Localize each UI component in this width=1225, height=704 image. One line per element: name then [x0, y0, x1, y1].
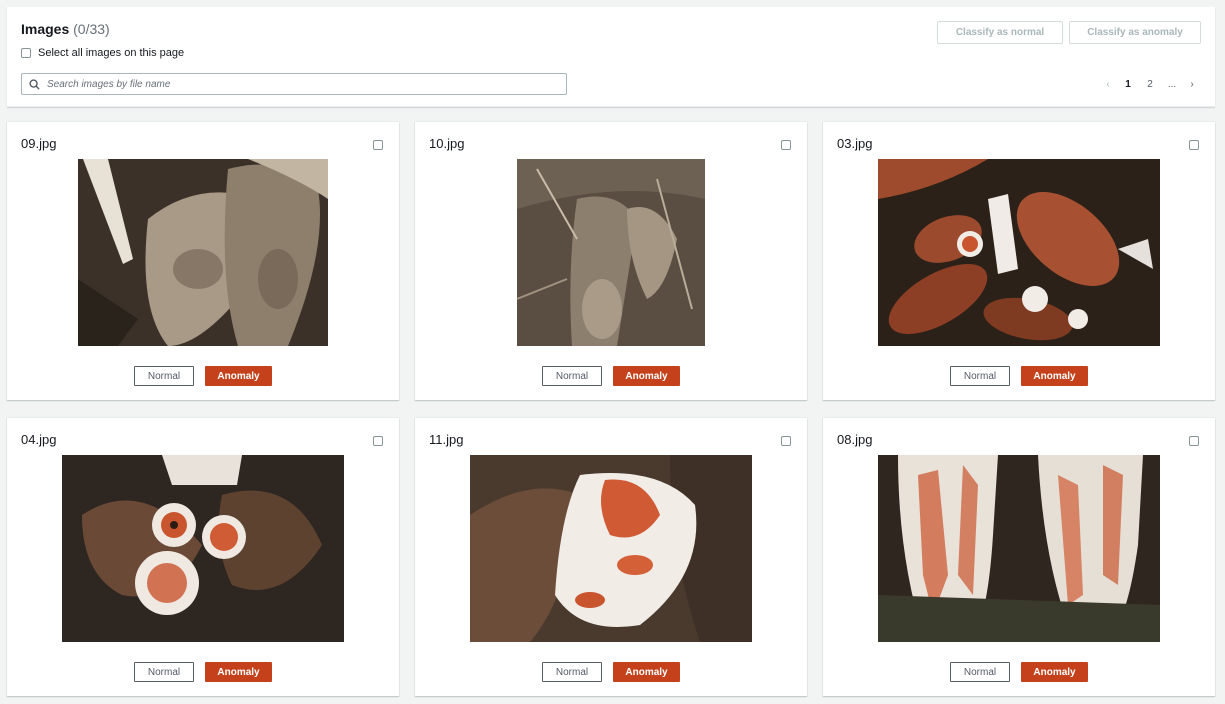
pagination-ellipsis: ...	[1167, 78, 1177, 90]
anomaly-button[interactable]: Anomaly	[205, 662, 272, 682]
page-title: Images (0/33)	[21, 21, 110, 37]
image-filename: 11.jpg	[429, 432, 464, 447]
search-box[interactable]	[21, 73, 567, 95]
select-all-label: Select all images on this page	[38, 47, 185, 59]
page-1-button[interactable]: 1	[1117, 79, 1139, 90]
image-select-checkbox[interactable]	[1189, 140, 1199, 150]
normal-button[interactable]: Normal	[950, 366, 1010, 386]
search-input[interactable]	[47, 78, 547, 90]
image-thumbnail[interactable]	[470, 455, 752, 642]
anomaly-button[interactable]: Anomaly	[613, 366, 680, 386]
search-icon	[29, 78, 40, 90]
images-header-panel: Images (0/33) Select all images on this …	[7, 7, 1215, 107]
image-filename: 10.jpg	[429, 136, 465, 151]
classify-as-normal-button[interactable]: Classify as normal	[937, 21, 1063, 44]
normal-button[interactable]: Normal	[950, 662, 1010, 682]
normal-button[interactable]: Normal	[542, 366, 602, 386]
anomaly-button[interactable]: Anomaly	[613, 662, 680, 682]
image-thumbnail[interactable]	[878, 159, 1160, 346]
next-page-button[interactable]: ›	[1183, 79, 1201, 90]
image-select-checkbox[interactable]	[373, 436, 383, 446]
image-filename: 08.jpg	[837, 432, 873, 447]
image-filename: 09.jpg	[21, 136, 57, 151]
image-filename: 03.jpg	[837, 136, 873, 151]
classify-as-anomaly-button[interactable]: Classify as anomaly	[1069, 21, 1201, 44]
image-card[interactable]: 04.jpg Normal Anomaly	[7, 418, 399, 696]
previous-page-button[interactable]: ‹	[1099, 79, 1117, 90]
anomaly-button[interactable]: Anomaly	[205, 366, 272, 386]
image-card[interactable]: 09.jpg Normal Anomaly	[7, 122, 399, 400]
image-thumbnail[interactable]	[78, 159, 328, 346]
normal-button[interactable]: Normal	[542, 662, 602, 682]
select-all-row[interactable]: Select all images on this page	[21, 47, 184, 59]
image-select-checkbox[interactable]	[781, 140, 791, 150]
image-thumbnail[interactable]	[878, 455, 1160, 642]
image-filename: 04.jpg	[21, 432, 57, 447]
image-card[interactable]: 11.jpg Normal Anomaly	[415, 418, 807, 696]
image-thumbnail[interactable]	[62, 455, 344, 642]
image-card[interactable]: 08.jpg Normal Anomaly	[823, 418, 1215, 696]
page-title-text: Images	[21, 21, 70, 37]
image-select-checkbox[interactable]	[373, 140, 383, 150]
anomaly-button[interactable]: Anomaly	[1021, 662, 1088, 682]
image-card[interactable]: 03.jpg Normal Anomaly	[823, 122, 1215, 400]
image-thumbnail[interactable]	[517, 159, 705, 346]
page-2-button[interactable]: 2	[1139, 79, 1161, 90]
selected-count: (0/33)	[73, 21, 110, 37]
anomaly-button[interactable]: Anomaly	[1021, 366, 1088, 386]
select-all-checkbox[interactable]	[21, 48, 31, 58]
normal-button[interactable]: Normal	[134, 662, 194, 682]
image-select-checkbox[interactable]	[781, 436, 791, 446]
image-select-checkbox[interactable]	[1189, 436, 1199, 446]
pagination: ‹ 1 2 ... ›	[1099, 75, 1209, 93]
image-card[interactable]: 10.jpg Normal Anomaly	[415, 122, 807, 400]
normal-button[interactable]: Normal	[134, 366, 194, 386]
